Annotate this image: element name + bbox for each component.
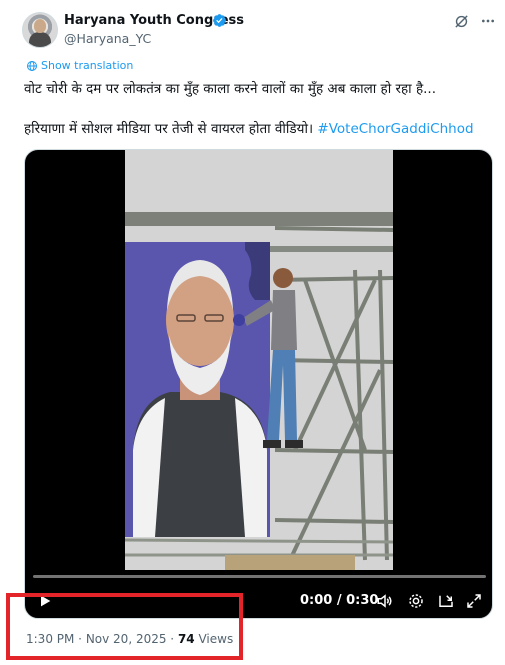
verified-badge-icon	[213, 14, 226, 27]
post-text-line-2-body: हरियाणा में सोशल मीडिया पर तेजी से वायरल…	[24, 121, 314, 137]
video-progress-bar[interactable]	[33, 575, 486, 578]
show-translation-link[interactable]: Show translation	[41, 59, 133, 72]
video-frame-illustration	[125, 150, 393, 570]
translate-icon	[27, 61, 37, 71]
picture-in-picture-icon[interactable]	[437, 592, 455, 610]
avatar-figure-face	[34, 19, 46, 33]
video-timecode: 0:00 / 0:30	[300, 593, 379, 608]
video-player[interactable]: 0:00 / 0:30	[24, 149, 493, 619]
post-text-line-2: हरियाणा में सोशल मीडिया पर तेजी से वायरल…	[24, 119, 498, 137]
user-handle[interactable]: @Haryana_YC	[64, 31, 151, 46]
fullscreen-icon[interactable]	[465, 592, 483, 610]
more-options-icon[interactable]	[480, 13, 496, 29]
tweet-card: Haryana Youth Congress @Haryana_YC Show …	[0, 0, 505, 665]
volume-icon[interactable]	[376, 592, 394, 610]
annotation-highlight-box	[6, 593, 243, 660]
settings-icon[interactable]	[407, 592, 425, 610]
avatar[interactable]	[22, 12, 58, 48]
avatar-figure-body	[29, 32, 51, 47]
video-frame	[125, 150, 393, 570]
grok-icon[interactable]	[453, 13, 470, 30]
post-text-line-1: वोट चोरी के दम पर लोकतंत्र का मुँह काला …	[24, 81, 436, 97]
hashtag-link[interactable]: #VoteChorGaddiChhod	[317, 121, 473, 137]
